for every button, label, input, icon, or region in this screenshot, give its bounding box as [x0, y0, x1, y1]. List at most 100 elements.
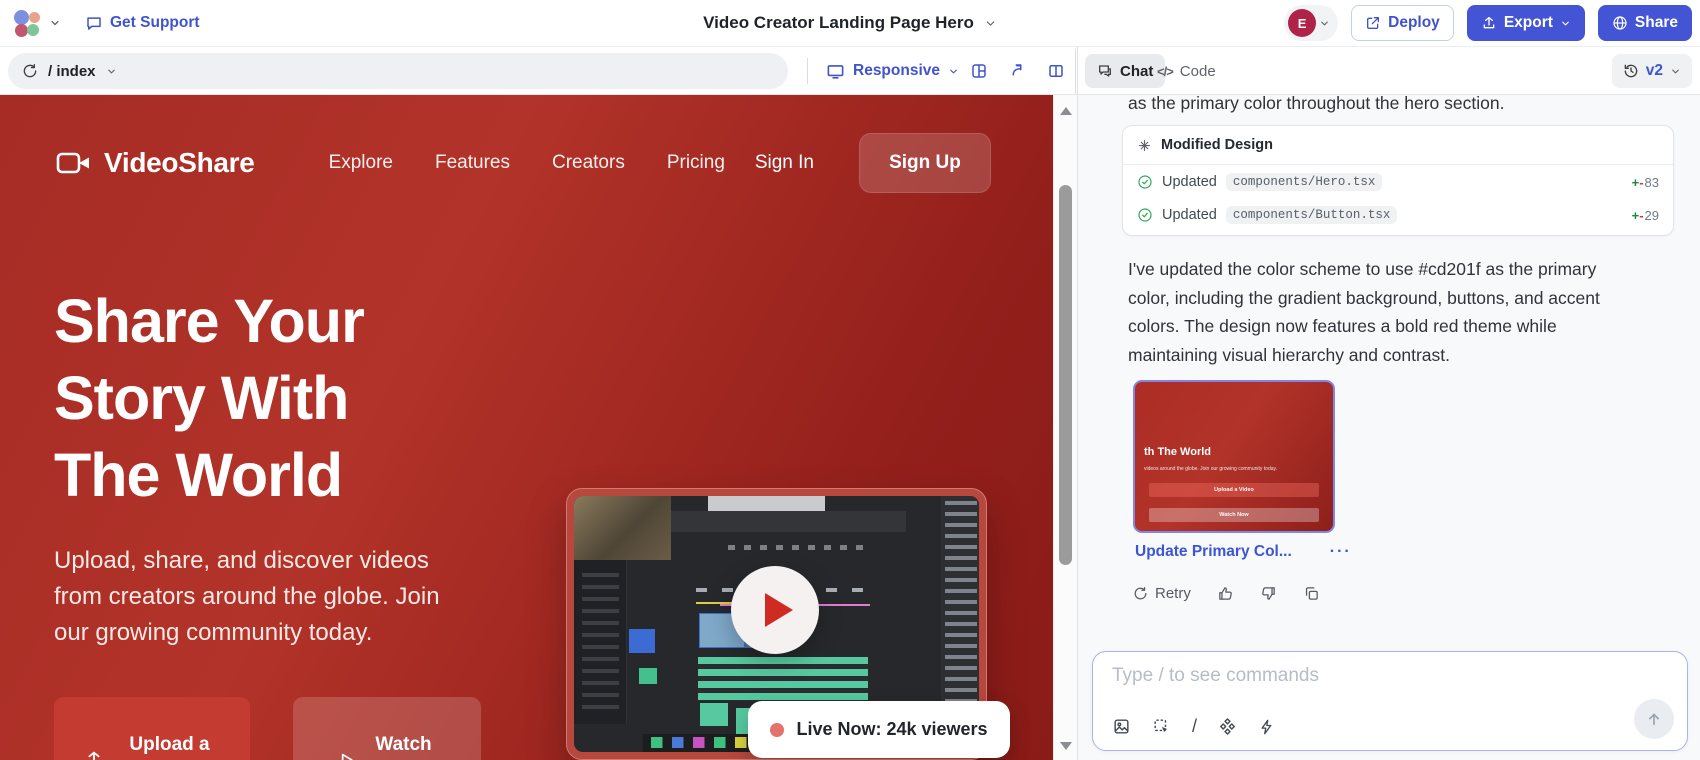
live-dot-icon [770, 723, 784, 737]
history-icon [1623, 63, 1639, 79]
toolbar-divider [807, 58, 808, 84]
chat-panel: as the primary color throughout the hero… [1078, 95, 1700, 760]
scrollbar-thumb[interactable] [1059, 185, 1072, 565]
globe-icon [1612, 15, 1628, 31]
top-header: Get Support Video Creator Landing Page H… [0, 0, 1700, 47]
sign-up-button[interactable]: Sign Up [859, 133, 991, 193]
retry-label: Retry [1155, 585, 1191, 602]
tab-code[interactable]: </> Code [1157, 54, 1216, 88]
chat-tab-icon [1097, 63, 1113, 79]
version-label: v2 [1646, 62, 1663, 80]
tab-chat[interactable]: Chat [1085, 54, 1165, 88]
workspace-chevron-down-icon[interactable] [49, 17, 61, 29]
open-external-icon[interactable] [1003, 57, 1031, 85]
update-row: Updated components/Button.tsx +-29 [1123, 198, 1673, 235]
file-chip[interactable]: components/Hero.tsx [1226, 173, 1383, 191]
play-button[interactable] [731, 566, 819, 654]
upload-video-label: Upload a Video [118, 730, 222, 760]
bolt-icon[interactable] [1258, 718, 1276, 736]
thumbs-down-icon[interactable] [1260, 585, 1277, 602]
live-badge-label: Live Now: 24k viewers [796, 719, 987, 740]
check-circle-icon [1137, 174, 1153, 190]
site-nav: Explore Features Creators Pricing [329, 152, 725, 174]
nav-pricing[interactable]: Pricing [667, 152, 725, 174]
brand-name: VideoShare [104, 147, 255, 179]
url-chevron-down-icon[interactable] [106, 66, 117, 77]
videoshare-logo[interactable]: VideoShare [56, 147, 255, 179]
components-icon[interactable] [1218, 717, 1237, 736]
play-outline-icon [336, 750, 356, 760]
image-attach-icon[interactable] [1112, 717, 1131, 736]
assistant-message: I've updated the color scheme to use #cd… [1128, 255, 1640, 369]
video-camera-icon [56, 149, 92, 177]
chat-input[interactable] [1112, 665, 1552, 687]
upload-video-button[interactable]: Upload a Video [54, 697, 250, 760]
slash-command-icon[interactable]: / [1192, 716, 1197, 737]
export-upload-icon [1481, 15, 1497, 31]
thumbnail-subtext: videos around the globe. Join our growin… [1144, 466, 1277, 472]
sign-in-link[interactable]: Sign In [755, 152, 814, 174]
panels-icon[interactable] [965, 57, 993, 85]
diff-stats: +-83 [1632, 175, 1659, 190]
sign-up-label: Sign Up [889, 152, 961, 174]
select-element-icon[interactable] [1152, 717, 1171, 736]
thumbnail-upload-button: Upload a Video [1149, 483, 1319, 497]
export-label: Export [1504, 14, 1553, 32]
update-label: Updated [1162, 174, 1217, 190]
chat-bubble-icon [85, 14, 103, 32]
thumbnail-watch-button: Watch Now [1149, 508, 1319, 522]
retry-button[interactable]: Retry [1133, 585, 1191, 602]
thumbnail-heading: th The World [1144, 446, 1211, 458]
toolbar-divider [1075, 49, 1076, 94]
account-chevron-down-icon [1319, 18, 1330, 29]
scroll-down-arrow[interactable] [1060, 742, 1072, 750]
responsive-mode-dropdown[interactable]: Responsive [826, 53, 959, 89]
url-path: / index [48, 63, 96, 80]
account-menu[interactable]: E [1284, 5, 1338, 41]
deploy-label: Deploy [1388, 14, 1440, 32]
project-title: Video Creator Landing Page Hero [703, 13, 974, 33]
upload-icon [83, 749, 105, 760]
hero-subtext: Upload, share, and discover videos from … [54, 543, 466, 651]
export-chevron-down-icon [1560, 18, 1571, 29]
share-button[interactable]: Share [1598, 5, 1692, 41]
nav-creators[interactable]: Creators [552, 152, 625, 174]
get-support-label: Get Support [110, 14, 200, 32]
more-options-icon[interactable]: ··· [1330, 543, 1352, 561]
copy-icon[interactable] [1303, 585, 1320, 602]
thumbs-up-icon[interactable] [1217, 585, 1234, 602]
split-view-icon[interactable] [1042, 57, 1070, 85]
nav-explore[interactable]: Explore [329, 152, 393, 174]
deploy-button[interactable]: Deploy [1351, 5, 1454, 41]
file-chip[interactable]: components/Button.tsx [1226, 206, 1398, 224]
url-bar[interactable]: / index [8, 53, 788, 89]
responsive-label: Responsive [853, 62, 940, 80]
reload-icon[interactable] [22, 63, 38, 79]
preview-scrollbar[interactable] [1053, 95, 1077, 760]
avatar: E [1288, 9, 1316, 37]
version-link[interactable]: Update Primary Col... [1135, 543, 1292, 561]
send-button[interactable] [1634, 699, 1674, 739]
hero-heading: Share Your Story With The World [54, 283, 364, 514]
version-thumbnail[interactable]: th The World videos around the globe. Jo… [1133, 380, 1335, 533]
site-preview: VideoShare Explore Features Creators Pri… [0, 95, 1053, 760]
nav-features[interactable]: Features [435, 152, 510, 174]
watch-now-button[interactable]: Watch Now [293, 697, 481, 760]
deploy-icon [1365, 15, 1381, 31]
preview-toolbar: / index Responsive [0, 47, 1700, 95]
chat-tab-label: Chat [1120, 63, 1153, 80]
code-icon: </> [1157, 64, 1173, 79]
title-chevron-down-icon[interactable] [984, 17, 997, 30]
monitor-icon [826, 62, 845, 81]
app-window: Get Support Video Creator Landing Page H… [0, 0, 1700, 760]
scroll-up-arrow[interactable] [1060, 107, 1072, 115]
sparkle-icon [1137, 138, 1152, 153]
responsive-chevron-down-icon [948, 66, 959, 77]
version-history-dropdown[interactable]: v2 [1612, 54, 1692, 88]
update-row: Updated components/Hero.tsx +-83 [1123, 165, 1673, 198]
get-support-button[interactable]: Get Support [85, 14, 200, 32]
app-logo-icon[interactable] [14, 10, 41, 37]
live-badge: Live Now: 24k viewers [748, 701, 1010, 758]
code-tab-label: Code [1180, 63, 1216, 80]
export-button[interactable]: Export [1467, 5, 1585, 41]
